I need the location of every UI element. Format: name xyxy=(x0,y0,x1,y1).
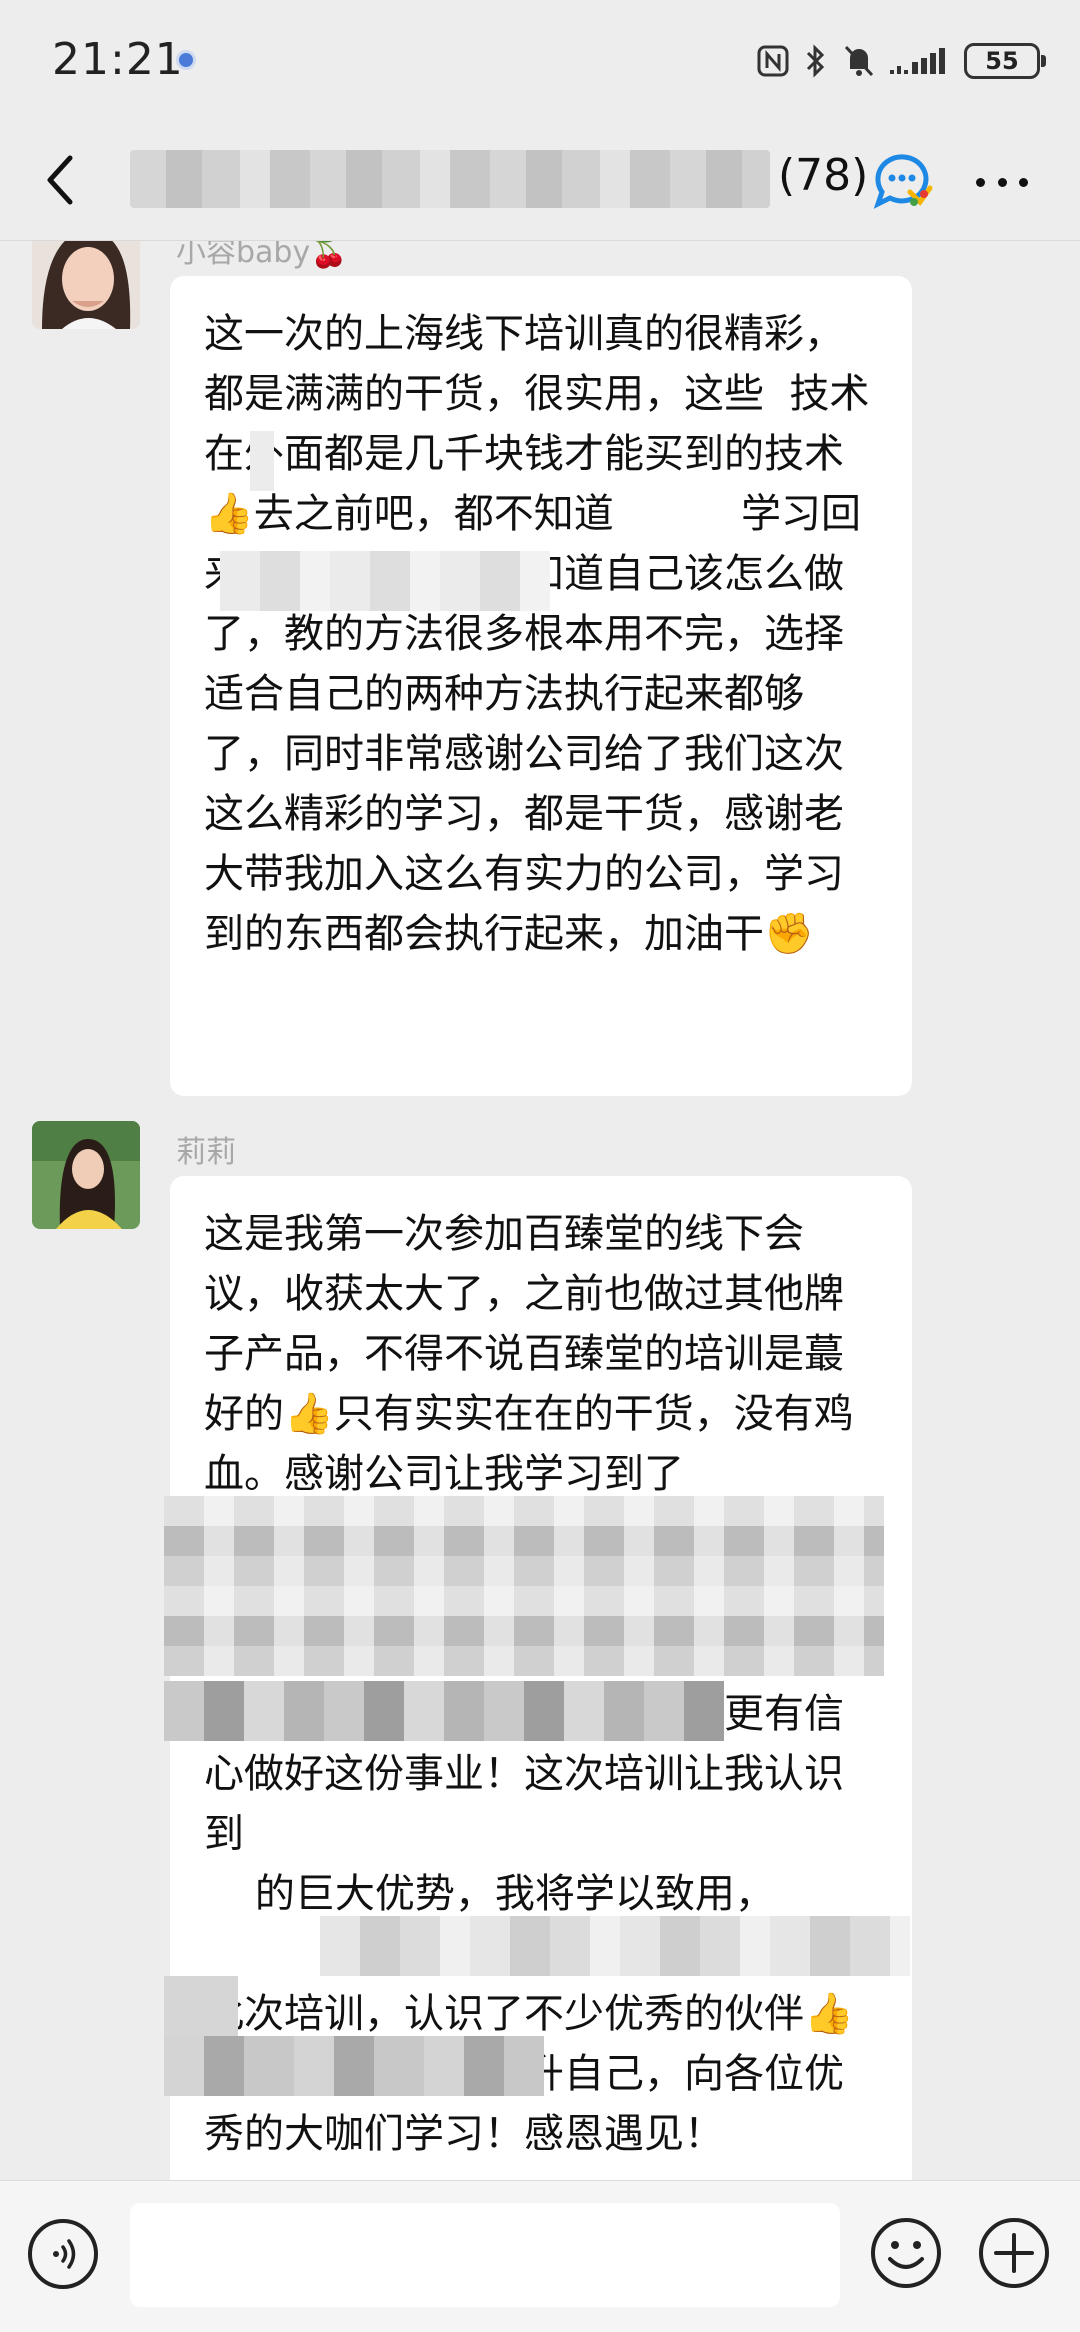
avatar[interactable] xyxy=(32,1121,140,1229)
member-count: (78) xyxy=(778,150,869,201)
status-time: 21:21 xyxy=(52,34,184,85)
mute-icon xyxy=(844,45,874,77)
group-name-redacted xyxy=(130,150,770,208)
redaction xyxy=(164,2036,544,2096)
battery-icon: 55 xyxy=(964,43,1046,79)
message-text: 这一次的上海线下培训真的很精彩，都是满满的干货，很实用，这些 技术在外面都是几千… xyxy=(204,311,870,957)
input-bar xyxy=(0,2180,1080,2332)
message-bubble[interactable]: 这是我第一次参加百臻堂的线下会议，收获太大了，之前也做过其他牌子产品，不得不说百… xyxy=(164,1176,912,2180)
signal-icon xyxy=(890,48,945,74)
voice-input-icon[interactable] xyxy=(28,2219,98,2289)
message-input[interactable] xyxy=(130,2203,840,2307)
redaction xyxy=(164,1496,884,1676)
status-bar: 21:21 55 xyxy=(0,0,1080,120)
nfc-icon xyxy=(757,45,789,77)
redaction xyxy=(164,1976,238,2036)
redaction xyxy=(220,551,550,611)
message-list[interactable]: 小容baby🍒 这一次的上海线下培训真的很精彩，都是满满的干货，很实用，这些 技… xyxy=(0,241,1080,2180)
more-icon[interactable] xyxy=(976,178,1028,188)
redaction xyxy=(164,1681,724,1741)
group-chat-icon[interactable] xyxy=(870,148,934,212)
chat-header: (78) xyxy=(0,120,1080,241)
plus-icon[interactable] xyxy=(976,2215,1052,2291)
redaction xyxy=(250,431,274,491)
message-bubble[interactable]: 这一次的上海线下培训真的很精彩，都是满满的干货，很实用，这些 技术在外面都是几千… xyxy=(170,276,912,1096)
back-arrow-icon[interactable] xyxy=(38,150,82,210)
redaction xyxy=(320,1916,910,1976)
emoji-icon[interactable] xyxy=(868,2215,944,2291)
notification-dot-icon xyxy=(176,50,196,70)
status-icons: 55 xyxy=(756,38,1046,84)
sender-name: 莉莉 xyxy=(176,1135,236,1170)
avatar[interactable] xyxy=(32,241,140,329)
bluetooth-icon xyxy=(806,44,825,78)
sender-name: 小容baby🍒 xyxy=(176,241,348,270)
